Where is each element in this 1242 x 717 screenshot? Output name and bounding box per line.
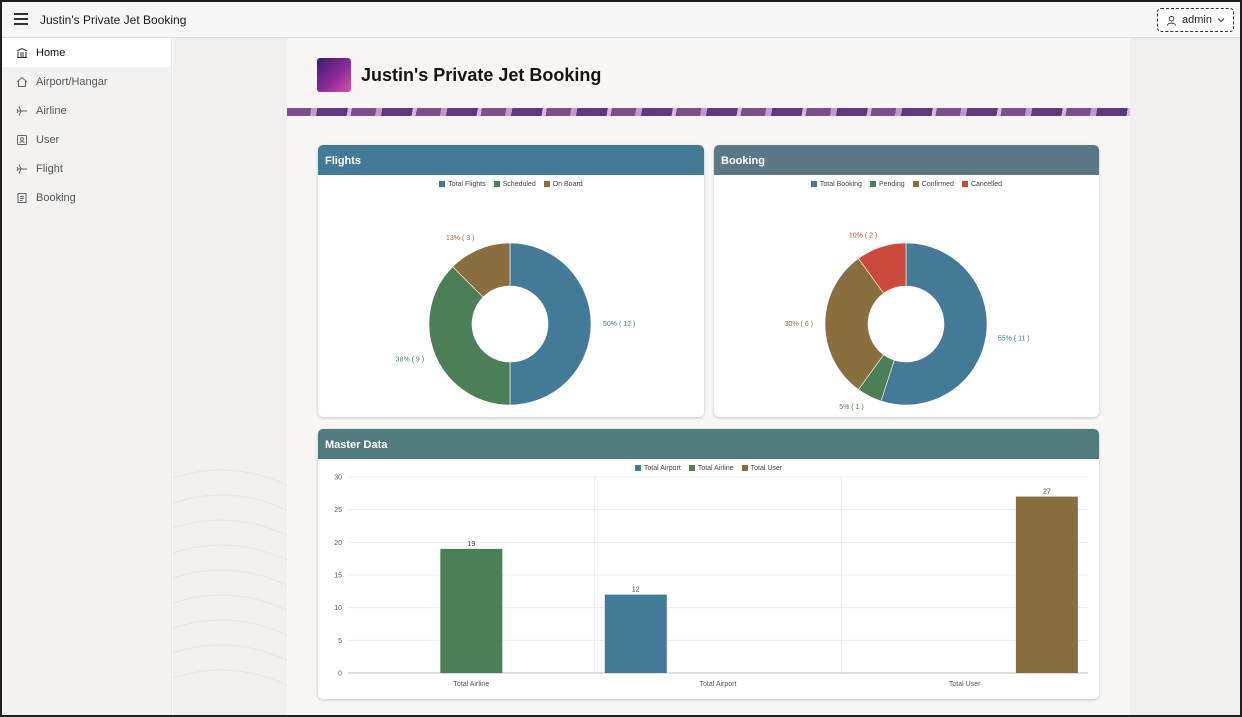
background-decoration (173, 469, 293, 689)
bar[interactable] (604, 594, 667, 673)
page-title: Justin's Private Jet Booking (361, 65, 602, 85)
decorative-band (287, 108, 1130, 116)
flights-card: Flights Total Flights Scheduled On Board… (318, 145, 704, 417)
top-header: Justin's Private Jet Booking admin (2, 2, 1240, 38)
y-tick-label: 0 (338, 671, 342, 678)
data-label: 5% ( 1 ) (839, 404, 864, 411)
bar-value-label: 12 (632, 587, 640, 594)
y-tick-label: 15 (334, 573, 342, 580)
sidebar-item-label: Airport/Hangar (36, 75, 108, 88)
y-tick-label: 20 (334, 540, 342, 547)
sidebar-item-airport-hangar[interactable]: Airport/Hangar (2, 67, 171, 96)
bar[interactable] (440, 548, 503, 673)
master-data-card: Master Data Total Airport Total Airline … (318, 429, 1099, 699)
x-tick-label: Total User (949, 681, 981, 688)
bar-value-label: 19 (467, 541, 475, 548)
app-title[interactable]: Justin's Private Jet Booking (40, 13, 186, 27)
user-menu-button[interactable]: admin (1157, 8, 1234, 32)
y-tick-label: 10 (334, 605, 342, 612)
chevron-down-icon (1217, 18, 1225, 23)
sidebar-item-label: User (36, 133, 60, 146)
x-tick-label: Total Airline (453, 681, 489, 688)
hangar-icon (16, 76, 28, 87)
sidebar-item-label: Booking (36, 191, 76, 204)
y-tick-label: 30 (334, 475, 342, 482)
bar[interactable] (1015, 496, 1078, 673)
sidebar-item-home[interactable]: Home (2, 38, 171, 67)
page-content: Justin's Private Jet Booking Flights Tot… (287, 38, 1130, 715)
plane-icon (16, 163, 27, 174)
booking-card: Booking Total Booking Pending Confirmed … (714, 145, 1099, 417)
sidebar-item-booking[interactable]: Booking (2, 183, 171, 212)
bar-value-label: 27 (1043, 489, 1051, 496)
menu-icon[interactable] (14, 13, 28, 25)
booking-donut-chart: 55% ( 11 ) 5% ( 1 ) 30% ( 6 ) 10% ( 2 ) (785, 233, 1030, 411)
plane-icon (16, 105, 27, 116)
user-icon (1166, 15, 1177, 26)
page-header: Justin's Private Jet Booking (287, 38, 1130, 116)
flights-donut-chart: 50% ( 12 ) 38% ( 9 ) 13% ( 3 ) (396, 235, 635, 406)
master-data-bar-chart: 0 5 10 15 20 25 30 Total Airline Total Airport To… (334, 475, 1088, 688)
user-card-icon (17, 134, 27, 145)
data-label: 55% ( 11 ) (998, 336, 1030, 343)
data-label: 13% ( 3 ) (446, 235, 474, 242)
y-tick-label: 25 (334, 507, 342, 514)
sidebar-item-user[interactable]: User (2, 125, 171, 154)
app-window: Justin's Private Jet Booking admin Home … (0, 0, 1242, 717)
data-label: 50% ( 12 ) (603, 321, 635, 328)
data-label: 38% ( 9 ) (396, 357, 424, 364)
data-label: 10% ( 2 ) (849, 233, 877, 240)
user-name: admin (1182, 14, 1212, 26)
y-tick-label: 5 (338, 638, 342, 645)
sidebar-item-label: Airline (36, 104, 67, 117)
data-label: 30% ( 6 ) (785, 321, 813, 328)
main-area: Justin's Private Jet Booking Flights Tot… (173, 38, 1240, 715)
sidebar-item-airline[interactable]: Airline (2, 96, 171, 125)
card-title: Master Data (318, 429, 1099, 459)
card-title: Booking (714, 145, 1099, 175)
sidebar-item-label: Flight (36, 162, 63, 175)
sidebar-item-label: Home (36, 46, 66, 59)
card-title: Flights (318, 145, 704, 175)
app-logo (317, 58, 351, 92)
document-icon (17, 192, 27, 203)
sidebar: Home Airport/Hangar Airline User Flight … (2, 38, 172, 715)
pie-slice[interactable] (509, 242, 592, 406)
sidebar-item-flight[interactable]: Flight (2, 154, 171, 183)
home-icon (16, 47, 28, 58)
x-tick-label: Total Airport (700, 681, 737, 688)
